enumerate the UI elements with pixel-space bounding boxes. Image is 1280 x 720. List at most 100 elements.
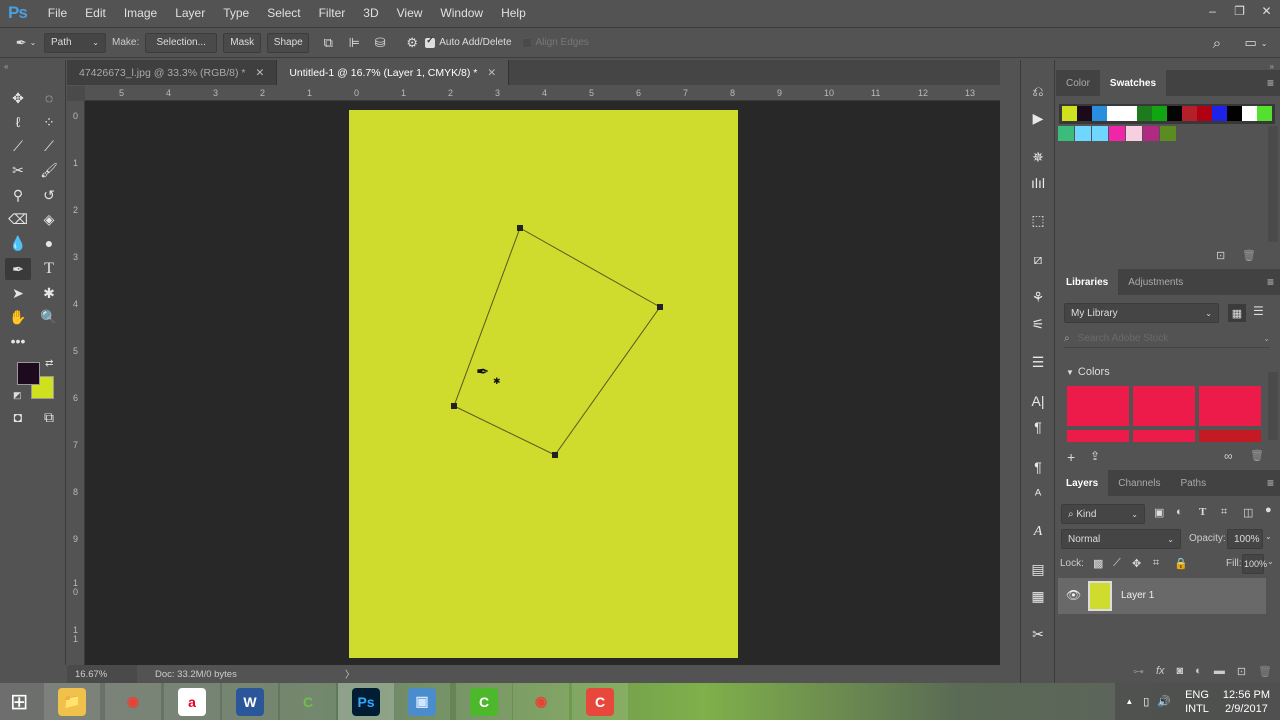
- swatch[interactable]: [1182, 106, 1197, 121]
- menu-edit[interactable]: Edit: [76, 6, 115, 20]
- show-hidden-icons[interactable]: ▲: [1125, 697, 1133, 706]
- horizontal-ruler[interactable]: 5 4 3 2 1 0 1 2 3 4 5 6 7 8 9 10 11 12 1…: [85, 86, 1000, 101]
- tab-channels[interactable]: Channels: [1108, 470, 1170, 496]
- delete-layer-icon[interactable]: 🗑: [1258, 665, 1272, 678]
- taskbar-photos[interactable]: ▣: [394, 683, 450, 720]
- list-view-icon[interactable]: ☰: [1253, 304, 1264, 318]
- swatches-scrollbar[interactable]: [1268, 126, 1278, 242]
- make-selection-button[interactable]: Selection...: [145, 32, 218, 53]
- library-color-swatch[interactable]: [1067, 430, 1129, 442]
- brush-tool-icon[interactable]: 🖌: [36, 159, 62, 181]
- menu-help[interactable]: Help: [492, 6, 535, 20]
- swatch[interactable]: [1257, 106, 1272, 121]
- menu-file[interactable]: File: [39, 6, 76, 20]
- path-alignment-icon[interactable]: ⊫: [341, 33, 367, 53]
- menu-view[interactable]: View: [388, 6, 432, 20]
- history-brush-tool-icon[interactable]: ↺: [36, 184, 62, 206]
- hand-tool-icon[interactable]: ✋: [5, 306, 31, 328]
- clone-stamp-tool-icon[interactable]: ⚲: [5, 184, 31, 206]
- library-select[interactable]: My Library ⌄: [1064, 303, 1219, 323]
- tab-libraries[interactable]: Libraries: [1056, 269, 1119, 295]
- taskbar-airtel[interactable]: a: [164, 683, 220, 720]
- paragraph-icon[interactable]: ¶: [1026, 416, 1050, 438]
- close-icon[interactable]: ✕: [256, 67, 265, 79]
- layer-thumbnail[interactable]: [1088, 581, 1112, 611]
- crop-tool-icon[interactable]: ⟋: [5, 135, 31, 157]
- grid-view-icon[interactable]: ▦: [1228, 304, 1246, 322]
- taskbar-camtasia-setup[interactable]: C: [280, 683, 336, 720]
- layer-row[interactable]: 👁 Layer 1: [1058, 578, 1266, 614]
- search-icon[interactable]: ⌕: [1204, 33, 1230, 53]
- taskbar-camtasia-recorder[interactable]: C: [572, 683, 628, 720]
- sponge-tool-icon[interactable]: ●: [36, 232, 62, 254]
- make-mask-button[interactable]: Mask: [223, 32, 262, 53]
- filter-smart-object-icon[interactable]: ◫: [1243, 506, 1253, 519]
- swatch[interactable]: [1109, 126, 1125, 141]
- screen-mode-icon[interactable]: ⧉: [36, 406, 62, 428]
- libraries-scrollbar[interactable]: [1268, 372, 1278, 440]
- custom-shape-tool-icon[interactable]: ✱: [36, 282, 62, 304]
- properties-icon[interactable]: ▤: [1026, 558, 1050, 580]
- swatch[interactable]: [1212, 106, 1227, 121]
- character-icon[interactable]: A|: [1026, 390, 1050, 412]
- new-layer-icon[interactable]: ⊡: [1237, 665, 1246, 678]
- paint-bucket-tool-icon[interactable]: ◈: [36, 208, 62, 230]
- swatch[interactable]: [1062, 106, 1077, 121]
- tool-presets-icon[interactable]: ✂: [1026, 623, 1050, 645]
- brushes-icon[interactable]: ⚘: [1026, 286, 1050, 308]
- swatch[interactable]: [1167, 106, 1182, 121]
- glyphs-icon[interactable]: A: [1026, 521, 1050, 543]
- close-icon[interactable]: ✕: [487, 67, 496, 79]
- blur-tool-icon[interactable]: 💧: [5, 232, 31, 254]
- adobe-stock-search[interactable]: ⌕ Search Adobe Stock ⌄: [1064, 330, 1270, 348]
- eraser-tool-icon[interactable]: ⌫: [5, 208, 31, 230]
- 3d-icon[interactable]: ⬚: [1026, 209, 1050, 231]
- taskbar-chrome[interactable]: ◉: [105, 683, 161, 720]
- auto-add-delete-checkbox[interactable]: Auto Add/Delete: [425, 35, 512, 48]
- taskbar-word[interactable]: W: [222, 683, 278, 720]
- type-tool-icon[interactable]: T: [36, 258, 62, 280]
- measurement-icon[interactable]: ⧄: [1026, 248, 1050, 270]
- swatch[interactable]: [1242, 106, 1257, 121]
- menu-window[interactable]: Window: [431, 6, 492, 20]
- library-color-swatch[interactable]: [1067, 386, 1129, 426]
- lock-all-icon[interactable]: 🔒: [1174, 557, 1188, 570]
- filter-adjustment-icon[interactable]: ◐: [1176, 506, 1183, 518]
- path-operations-icon[interactable]: ⧉: [315, 33, 341, 53]
- menu-layer[interactable]: Layer: [166, 6, 214, 20]
- tab-47426673-jpg[interactable]: 47426673_l.jpg @ 33.3% (RGB/8) * ✕: [67, 60, 278, 85]
- paragraph-styles-icon[interactable]: ¶: [1026, 456, 1050, 478]
- library-color-swatch[interactable]: [1133, 386, 1195, 426]
- add-content-icon[interactable]: +: [1067, 449, 1075, 465]
- swap-colors-icon[interactable]: ⇄: [45, 358, 53, 369]
- histogram-icon[interactable]: ılıl: [1026, 172, 1050, 194]
- swatch[interactable]: [1058, 126, 1074, 141]
- battery-icon[interactable]: ▯: [1143, 695, 1149, 708]
- lock-transparent-icon[interactable]: ▩: [1093, 557, 1103, 570]
- new-adjustment-layer-icon[interactable]: ◐: [1195, 665, 1202, 677]
- panel-menu-icon[interactable]: ≡: [1267, 275, 1274, 289]
- upload-icon[interactable]: ⇪: [1090, 449, 1100, 463]
- delete-icon[interactable]: 🗑: [1250, 449, 1264, 462]
- swatch[interactable]: [1197, 106, 1212, 121]
- quick-selection-tool-icon[interactable]: ⁘: [36, 111, 62, 133]
- foreground-color-swatch[interactable]: [17, 362, 40, 385]
- document-canvas[interactable]: [349, 110, 738, 658]
- chevron-down-icon[interactable]: ⌄: [1267, 557, 1274, 566]
- clone-source-icon[interactable]: ☰: [1026, 351, 1050, 373]
- vertical-ruler[interactable]: 0 1 2 3 4 5 6 7 8 9 1 0 1 1: [67, 101, 85, 665]
- align-edges-checkbox[interactable]: Align Edges: [521, 37, 589, 48]
- swatch[interactable]: [1227, 106, 1242, 121]
- gear-icon[interactable]: ⚙: [399, 33, 425, 53]
- workspace-switcher[interactable]: ▭ ⌄: [1238, 33, 1274, 53]
- menu-3d[interactable]: 3D: [354, 6, 387, 20]
- filter-shape-icon[interactable]: ⌗: [1221, 506, 1227, 519]
- swatch[interactable]: [1107, 106, 1122, 121]
- new-group-icon[interactable]: ▬: [1214, 665, 1225, 677]
- taskbar-camtasia[interactable]: C: [456, 683, 512, 720]
- brush-settings-icon[interactable]: ⚟: [1026, 313, 1050, 335]
- new-swatch-icon[interactable]: ⊡: [1216, 249, 1225, 262]
- lock-pixels-icon[interactable]: ⟋: [1113, 557, 1121, 570]
- swatch[interactable]: [1075, 126, 1091, 141]
- tab-adjustments[interactable]: Adjustments: [1118, 269, 1193, 295]
